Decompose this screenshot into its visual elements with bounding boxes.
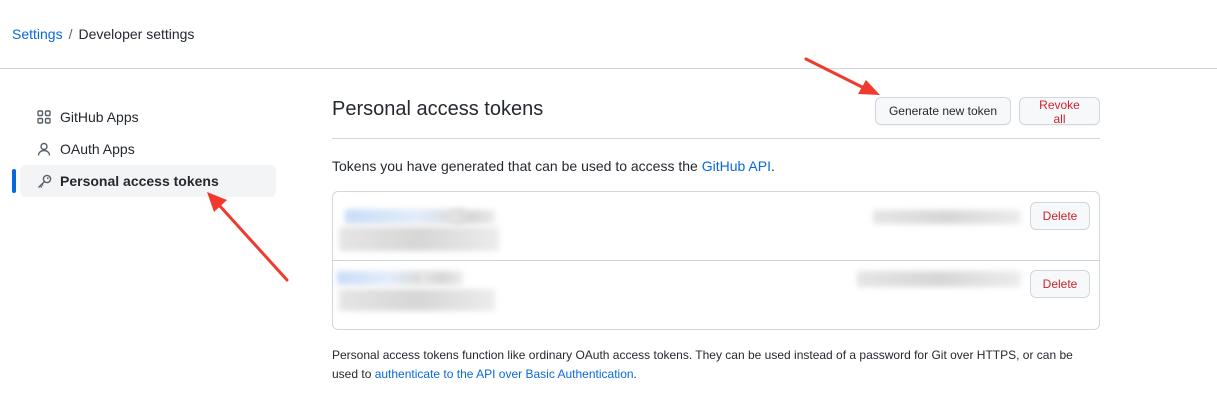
intro-text: Tokens you have generated that can be us… xyxy=(332,158,775,174)
revoke-all-button[interactable]: Revoke all xyxy=(1019,97,1100,126)
token-list: Delete Delete xyxy=(332,191,1100,330)
apps-grid-icon xyxy=(36,109,52,125)
footer-text-end: . xyxy=(633,367,637,381)
generate-new-token-button[interactable]: Generate new token xyxy=(875,97,1011,125)
sidebar-item-oauth-apps[interactable]: OAuth Apps xyxy=(20,133,276,165)
footer-note: Personal access tokens function like ord… xyxy=(332,346,1102,384)
sidebar-item-label: OAuth Apps xyxy=(60,141,135,157)
subhead: Personal access tokens Generate new toke… xyxy=(332,92,1100,139)
redacted-token-scopes xyxy=(339,227,499,251)
sidebar-item-personal-access-tokens[interactable]: Personal access tokens xyxy=(12,165,276,197)
redacted-token-detail xyxy=(421,271,463,285)
breadcrumb-current: Developer settings xyxy=(78,26,195,42)
redacted-token-name xyxy=(337,271,423,285)
redacted-token-last-used xyxy=(857,271,1021,287)
redacted-token-name xyxy=(345,209,465,224)
redacted-token-last-used xyxy=(873,210,1021,224)
sidebar-item-label: GitHub Apps xyxy=(60,109,139,125)
arrow-to-generate-button xyxy=(804,57,880,95)
main-content: Personal access tokens Generate new toke… xyxy=(332,92,1100,381)
page-title: Personal access tokens xyxy=(332,98,544,120)
delete-token-button[interactable]: Delete xyxy=(1030,202,1090,230)
breadcrumb: Settings / Developer settings xyxy=(12,26,194,42)
basic-auth-link[interactable]: authenticate to the API over Basic Authe… xyxy=(375,367,634,381)
intro-text-body: Tokens you have generated that can be us… xyxy=(332,158,702,174)
redacted-token-detail xyxy=(451,210,495,224)
sidebar-item-github-apps[interactable]: GitHub Apps xyxy=(20,101,276,133)
github-api-link[interactable]: GitHub API xyxy=(702,158,771,174)
intro-text-end: . xyxy=(770,158,775,174)
person-icon xyxy=(36,141,52,157)
key-icon xyxy=(36,173,52,189)
active-indicator xyxy=(12,169,16,193)
breadcrumb-separator: / xyxy=(68,26,73,42)
sidebar-item-label: Personal access tokens xyxy=(60,173,219,189)
token-row: Delete xyxy=(333,260,1099,329)
redacted-token-scopes xyxy=(339,289,495,311)
delete-token-button[interactable]: Delete xyxy=(1030,270,1090,298)
sidebar: GitHub Apps OAuth Apps Personal access t… xyxy=(12,101,276,197)
header-divider xyxy=(0,68,1217,69)
breadcrumb-settings-link[interactable]: Settings xyxy=(12,26,63,42)
token-row: Delete xyxy=(333,192,1099,260)
arrow-to-personal-access-tokens xyxy=(207,192,289,282)
